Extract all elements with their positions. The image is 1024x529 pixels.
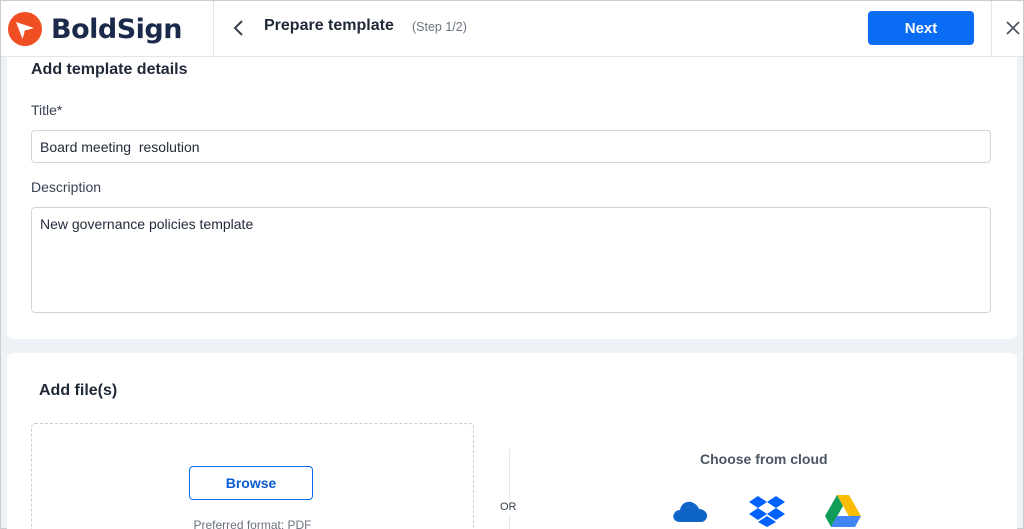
template-details-card: Add template details Title* Description … (7, 57, 1017, 339)
close-icon (1006, 21, 1020, 35)
boldsign-logo-icon (8, 12, 42, 46)
dropbox-icon[interactable] (748, 494, 786, 528)
add-files-heading: Add file(s) (39, 382, 118, 399)
step-indicator: (Step 1/2) (412, 20, 467, 34)
title-input[interactable] (31, 130, 991, 163)
file-dropzone[interactable]: Browse Preferred format: PDF (31, 423, 474, 529)
back-button[interactable] (227, 15, 251, 41)
chevron-left-icon (233, 20, 243, 36)
add-files-card: Add file(s) Browse Preferred format: PDF… (7, 353, 1017, 529)
brand-name: BoldSign (51, 13, 182, 45)
or-label: OR (500, 499, 517, 515)
top-header: BoldSign Prepare template (Step 1/2) Nex… (1, 1, 1023, 57)
template-details-heading: Add template details (31, 61, 188, 78)
description-textarea[interactable]: New governance policies template (31, 207, 991, 313)
google-drive-icon[interactable] (824, 494, 862, 528)
next-button[interactable]: Next (868, 11, 974, 45)
page-title: Prepare template (264, 17, 394, 34)
or-divider (509, 449, 510, 529)
description-label: Description (31, 179, 102, 195)
cloud-title: Choose from cloud (700, 451, 828, 467)
title-label: Title* (31, 102, 63, 118)
close-button[interactable] (1003, 17, 1023, 39)
header-divider-right (991, 1, 992, 57)
boldsign-logo[interactable]: BoldSign (7, 10, 182, 48)
header-divider (213, 1, 214, 57)
onedrive-icon[interactable] (671, 498, 709, 524)
preferred-format-text: Preferred format: PDF (193, 518, 312, 529)
browse-button[interactable]: Browse (189, 466, 313, 500)
